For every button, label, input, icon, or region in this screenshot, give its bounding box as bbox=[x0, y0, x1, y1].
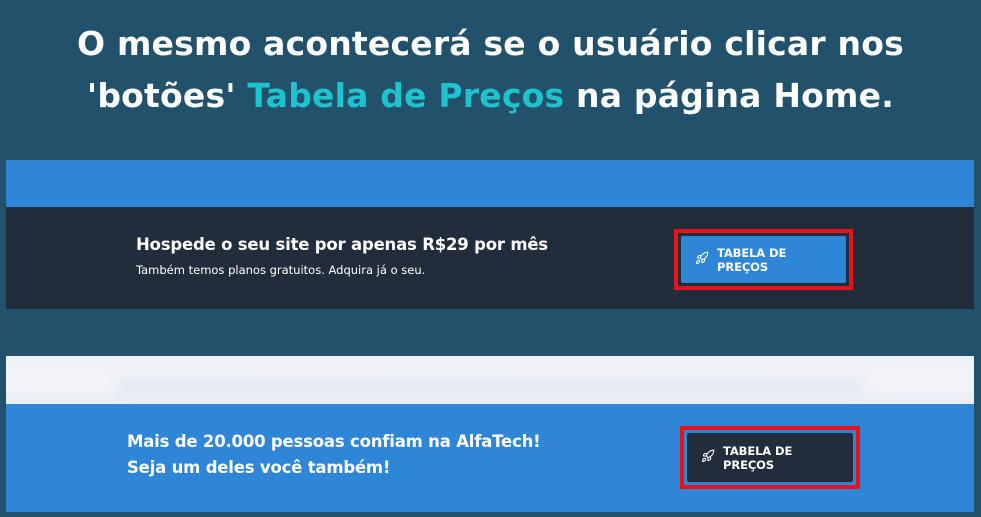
rocket-icon bbox=[701, 449, 715, 466]
headline: O mesmo acontecerá se o usuário clicar n… bbox=[0, 18, 981, 122]
pricing-table-button-label: TABELA DE PREÇOS bbox=[723, 443, 793, 472]
light-band bbox=[6, 356, 974, 404]
highlight-frame: TABELA DE PREÇOS bbox=[674, 229, 853, 290]
headline-prefix: 'botões' bbox=[87, 76, 248, 115]
headline-line-1: O mesmo acontecerá se o usuário clicar n… bbox=[77, 24, 904, 63]
hosting-cta-section: Hospede o seu site por apenas R$29 por m… bbox=[6, 207, 974, 309]
headline-highlight: Tabela de Preços bbox=[247, 76, 565, 115]
trust-cta-section: Mais de 20.000 pessoas confiam na AlfaTe… bbox=[6, 404, 974, 512]
screenshot-hosting-cta: Hospede o seu site por apenas R$29 por m… bbox=[6, 160, 974, 309]
blue-top-band bbox=[6, 160, 974, 207]
headline-suffix: na página Home. bbox=[564, 76, 894, 115]
trust-cta-line-1: Mais de 20.000 pessoas confiam na AlfaTe… bbox=[127, 432, 541, 451]
card-shadow bbox=[116, 380, 864, 394]
pricing-table-button[interactable]: TABELA DE PREÇOS bbox=[681, 236, 846, 283]
headline-line-2: 'botões' Tabela de Preços na página Home… bbox=[0, 70, 981, 122]
pricing-table-button[interactable]: TABELA DE PREÇOS bbox=[687, 433, 853, 482]
screenshot-trust-cta: Mais de 20.000 pessoas confiam na AlfaTe… bbox=[6, 356, 974, 512]
hosting-cta-title: Hospede o seu site por apenas R$29 por m… bbox=[136, 235, 548, 254]
highlight-frame: TABELA DE PREÇOS bbox=[680, 426, 860, 489]
rocket-icon bbox=[695, 251, 709, 268]
pricing-table-button-label: TABELA DE PREÇOS bbox=[717, 245, 787, 274]
trust-cta-line-2: Seja um deles você também! bbox=[127, 458, 391, 477]
hosting-cta-subtitle: Também temos planos gratuitos. Adquira j… bbox=[136, 263, 426, 277]
